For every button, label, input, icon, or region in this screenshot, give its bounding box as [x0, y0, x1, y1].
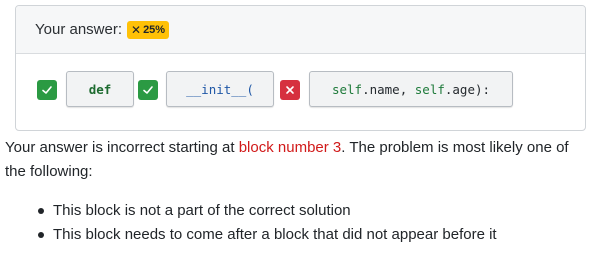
code-block-2-text: __init__( — [186, 81, 254, 97]
feedback-highlight: block number 3 — [238, 139, 342, 156]
score-badge: ✕ 25% — [127, 20, 170, 39]
code-block-2[interactable]: __init__( — [166, 71, 274, 107]
code-block-1[interactable]: def — [66, 71, 134, 107]
code-block-1-text: def — [88, 81, 112, 97]
feedback-prefix: Your answer is incorrect starting at — [5, 139, 239, 156]
list-item: This block needs to come after a block t… — [38, 223, 497, 247]
check-icon — [143, 86, 153, 94]
block-3-incorrect-mark — [280, 80, 300, 100]
code-block-3-age: .age): — [444, 81, 491, 97]
check-icon — [42, 86, 52, 94]
feedback-reasons-list: This block is not a part of the correct … — [38, 199, 497, 247]
block-2-correct-mark — [138, 80, 158, 100]
code-block-3[interactable]: self .name, self .age): — [309, 71, 513, 107]
answer-card: Your answer: ✕ 25% def __init__(self .n… — [15, 5, 586, 131]
feedback-message: Your answer is incorrect starting at blo… — [5, 136, 590, 184]
code-block-3-self-1: self — [331, 81, 363, 97]
close-icon — [286, 86, 294, 94]
answer-card-header: Your answer: ✕ 25% — [16, 6, 585, 54]
code-block-3-self-2: self — [414, 81, 445, 97]
score-value: 25% — [143, 23, 166, 36]
code-block-3-name: .name, — [362, 81, 415, 97]
block-1-correct-mark — [37, 80, 57, 100]
answer-blocks-area: def __init__( self .name, self .age): — [16, 54, 585, 130]
answer-label: Your answer: — [35, 21, 122, 38]
score-x-icon: ✕ — [131, 22, 142, 37]
list-item: This block is not a part of the correct … — [38, 199, 497, 223]
